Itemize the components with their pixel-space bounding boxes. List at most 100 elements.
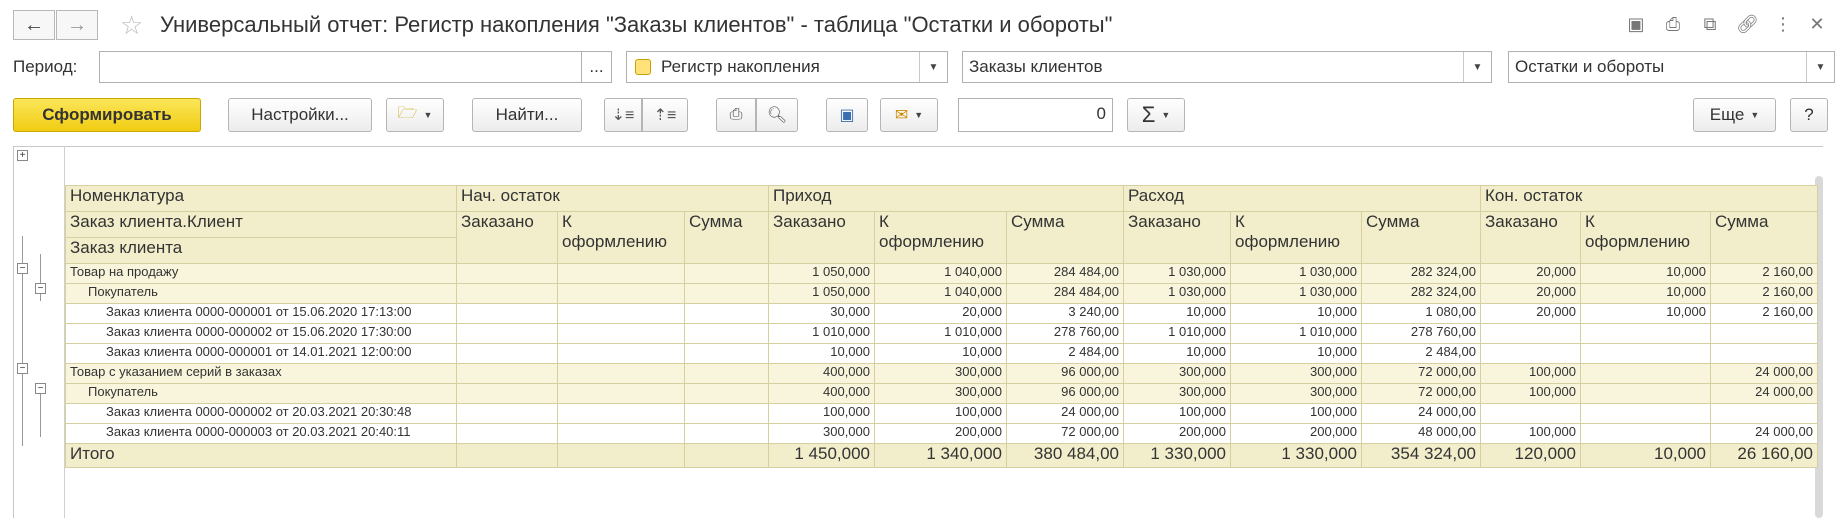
print-preview-button[interactable]: 🔍︎ [756,98,798,132]
link-icon[interactable]: 🔗︎ [1736,14,1759,35]
chevron-down-icon[interactable]: ▼ [1463,52,1491,82]
row-value: 72 000,00 [1361,383,1481,404]
table-row[interactable]: Покупатель 400,000 300,000 96 000,00 300,000… [65,383,1818,404]
row-value [1710,403,1818,424]
table-value: Остатки и обороты [1515,57,1665,76]
row-value: 2 160,00 [1710,303,1818,324]
tree-line [22,372,23,446]
row-value: 10,000 [1123,303,1231,324]
period-input[interactable] [99,51,582,83]
chevron-down-icon[interactable]: ▼ [919,52,947,82]
table-row[interactable]: Товар на продажу 1 050,000 1 040,000 284 48… [65,263,1818,284]
row-value: 72 000,00 [1006,423,1124,444]
print-button[interactable]: ⎙ [716,98,756,132]
expand-all-icon[interactable]: + [17,150,28,161]
variants-button[interactable]: 🗁︎ ▼ [386,98,444,132]
row-value [557,383,685,404]
total-value: 26 160,00 [1710,443,1818,468]
preview-icon[interactable]: ⧉ [1699,14,1721,35]
row-value: 20,000 [874,303,1007,324]
more-label: Еще [1709,105,1745,124]
collapse-group-icon[interactable]: − [17,363,28,374]
row-value: 282 324,00 [1361,283,1481,304]
header-sum: Сумма [684,211,769,264]
find-button[interactable]: Найти... [472,98,582,132]
table-row[interactable]: Заказ клиента 0000-000002 от 20.03.2021 … [65,403,1818,424]
source-value: Заказы клиентов [969,57,1103,76]
row-value: 24 000,00 [1710,363,1818,384]
generate-button[interactable]: Сформировать [13,98,201,132]
row-value: 1 050,000 [768,283,875,304]
collapse-group-icon[interactable]: − [35,283,46,294]
row-value: 300,000 [1123,383,1231,404]
row-value: 72 000,00 [1361,363,1481,384]
period-select-button[interactable]: ... [582,51,612,83]
row-value: 24 000,00 [1361,403,1481,424]
row-value [684,283,769,304]
row-value: 200,000 [1230,423,1362,444]
row-value: 2 484,00 [1361,343,1481,364]
back-button[interactable]: ← [13,10,55,40]
sort-desc-button[interactable]: ⇣≡ [604,98,642,132]
row-value: 3 240,00 [1006,303,1124,324]
row-value: 1 010,000 [1230,323,1362,344]
row-value: 282 324,00 [1361,263,1481,284]
row-value: 300,000 [768,423,875,444]
header-ordered: Заказано [1480,211,1581,264]
header-to-process: Коформлению [874,211,1007,264]
sum-mode-button[interactable]: Σ ▼ [1127,98,1185,132]
row-value: 10,000 [1580,303,1711,324]
help-button[interactable]: ? [1790,98,1828,132]
row-value: 2 160,00 [1710,263,1818,284]
table-row[interactable]: Заказ клиента 0000-000001 от 14.01.2021 … [65,343,1818,364]
more-button[interactable]: Еще ▼ [1693,98,1776,132]
report-table: Номенклатура Нач. остаток Приход Расход … [65,185,1818,468]
source-select[interactable]: Заказы клиентов ▼ [962,51,1492,83]
favorite-star-icon[interactable]: ☆ [120,10,143,41]
total-row: Итого 1 450,000 1 340,000 380 484,00 1 330,0… [65,443,1818,468]
arrow-right-icon: → [67,13,87,36]
save-report-button[interactable]: ▣ [826,98,868,132]
row-value: 278 760,00 [1006,323,1124,344]
row-value: 100,000 [1480,423,1581,444]
row-value: 1 030,000 [1123,283,1231,304]
more-vert-icon[interactable]: ⋮ [1772,14,1794,35]
row-value: 300,000 [1230,383,1362,404]
settings-button[interactable]: Настройки... [228,98,372,132]
row-value: 20,000 [1480,263,1581,284]
table-select[interactable]: Остатки и обороты ▼ [1508,51,1835,83]
row-value [684,343,769,364]
row-value: 100,000 [1230,403,1362,424]
chevron-down-icon[interactable]: ▼ [1806,52,1834,82]
header-to-process: Коформлению [1580,211,1711,264]
collapse-group-icon[interactable]: − [17,263,28,274]
table-row[interactable]: Товар с указанием серий в заказах 400,000… [65,363,1818,384]
total-value: 1 330,000 [1230,443,1362,468]
print-icon[interactable]: ⎙ [1662,14,1684,35]
save-icon[interactable]: ▣ [1625,14,1647,35]
sort-asc-button[interactable]: ⇡≡ [642,98,688,132]
collapse-group-icon[interactable]: − [35,383,46,394]
row-value: 300,000 [1123,363,1231,384]
row-value [1710,323,1818,344]
forward-button[interactable]: → [56,10,98,40]
table-row[interactable]: Заказ клиента 0000-000001 от 15.06.2020 … [65,303,1818,324]
row-value [1580,363,1711,384]
header-ordered: Заказано [456,211,558,264]
table-row[interactable]: Заказ клиента 0000-000003 от 20.03.2021 … [65,423,1818,444]
row-value: 10,000 [768,343,875,364]
row-value: 100,000 [1480,383,1581,404]
close-icon[interactable]: ✕ [1806,14,1828,35]
send-email-button[interactable]: ✉ ▼ [880,98,938,132]
register-icon [635,59,651,75]
row-value: 24 000,00 [1006,403,1124,424]
row-value [557,283,685,304]
row-value: 20,000 [1480,303,1581,324]
table-row[interactable]: Покупатель 1 050,000 1 040,000 284 484,00 1 … [65,283,1818,304]
source-type-select[interactable]: Регистр накопления ▼ [626,51,948,83]
row-value: 20,000 [1480,283,1581,304]
row-value: 1 050,000 [768,263,875,284]
row-value: 200,000 [1123,423,1231,444]
row-name: Заказ клиента 0000-000002 от 20.03.2021 … [65,403,457,424]
table-row[interactable]: Заказ клиента 0000-000002 от 15.06.2020 … [65,323,1818,344]
